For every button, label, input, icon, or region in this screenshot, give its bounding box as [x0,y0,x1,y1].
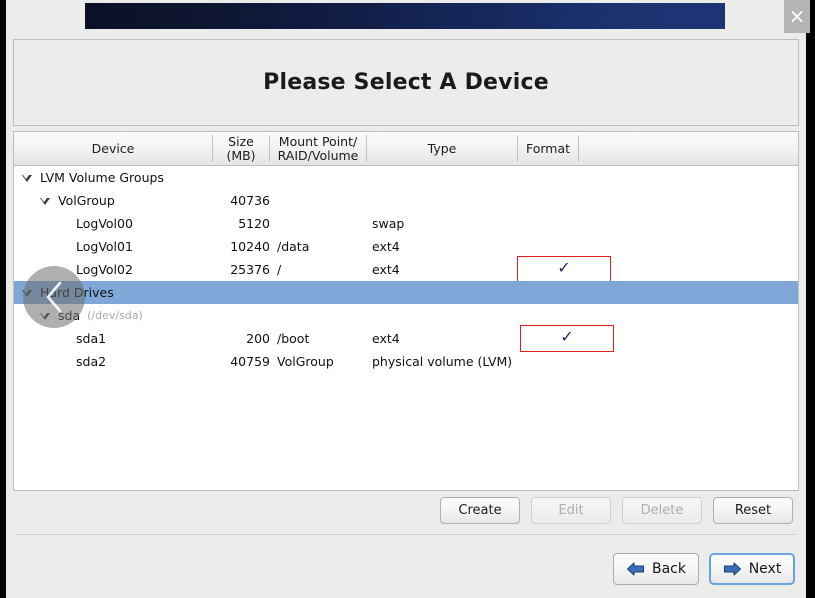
column-header-type[interactable]: Type [367,132,517,165]
column-header-size[interactable]: Size (MB) [213,132,269,165]
device-name-label: LogVol02 [76,262,133,277]
cell-device: LogVol01 [14,235,133,258]
back-button-label: Back [652,561,686,577]
navigation-bar: Back Next [6,553,806,587]
cell-type: ext4 [372,331,400,346]
chevron-down-icon[interactable] [22,175,32,182]
installer-window: × Please Select A Device Device Size (MB… [6,0,810,598]
next-button[interactable]: Next [709,553,795,585]
column-header-size-line1: Size [228,133,254,149]
table-row[interactable]: Hard Drives [14,281,798,304]
cell-type: ext4 [372,262,400,277]
device-table-body: LVM Volume Groups VolGroup 40736 LogVol00 51… [14,166,798,489]
cell-size: 200 [246,331,270,346]
cell-type: ext4 [372,239,400,254]
column-header-mount-line1: Mount Point/ [278,133,358,149]
cell-mount-point: / [277,262,282,277]
device-table-header: Device Size (MB) Mount Point/ RAID/Volum… [14,132,798,166]
cell-device: LVM Volume Groups [14,166,164,189]
column-header-size-line2: (MB) [226,147,256,163]
cell-type: physical volume (LVM) [372,354,513,369]
column-header-mount-point[interactable]: Mount Point/ RAID/Volume [270,132,366,165]
column-divider [578,135,579,162]
cell-mount-point: /data [277,239,310,254]
cell-size: 40736 [230,193,270,208]
cell-mount-point: VolGroup [277,354,334,369]
cell-device: LogVol00 [14,212,133,235]
column-header-device[interactable]: Device [14,132,212,165]
device-name-label: VolGroup [58,193,115,208]
table-row[interactable]: VolGroup 40736 [14,189,798,212]
cell-mount-point: /boot [277,331,310,346]
table-row[interactable]: sda(/dev/sda) [14,304,798,327]
device-table-panel: Device Size (MB) Mount Point/ RAID/Volum… [13,131,799,491]
device-name-label: sda2 [76,354,107,369]
device-name-label: sda1 [76,331,107,346]
column-header-mount-line2: RAID/Volume [277,147,359,163]
table-row[interactable]: LogVol01 10240/data ext4 [14,235,798,258]
cell-size: 25376 [230,262,270,277]
partition-actions: Create Edit Delete Reset [6,497,806,525]
delete-button: Delete [622,497,702,524]
cell-size: 10240 [230,239,270,254]
page-title: Please Select A Device [263,70,549,95]
checkmark-icon: ✓ [557,258,571,277]
close-icon[interactable]: × [784,0,810,33]
next-button-label: Next [748,561,782,577]
cell-size: 5120 [238,216,270,231]
cell-type: swap [372,216,405,231]
create-button[interactable]: Create [440,497,520,524]
cell-format[interactable]: ✓ [519,324,615,352]
back-button[interactable]: Back [613,553,699,585]
device-name-label: LogVol00 [76,216,133,231]
reset-button[interactable]: Reset [713,497,793,524]
edit-button: Edit [531,497,611,524]
cell-size [164,166,270,189]
format-checkbox[interactable]: ✓ [520,324,614,352]
cell-size [164,281,270,304]
cell-size: 40759 [230,354,270,369]
nav-separator [16,534,796,535]
cell-device: sda1 [14,327,106,350]
banner-row: × [6,0,810,33]
table-row[interactable]: LogVol02 25376 / ext4 ✓ [14,255,798,283]
table-row[interactable]: sda2 40759 VolGroup physical volume (LVM) [14,350,798,373]
device-path-label: (/dev/sda) [87,309,143,322]
table-row[interactable]: LogVol00 5120 swap [14,212,798,235]
cell-size [164,304,270,327]
column-header-format[interactable]: Format [518,132,578,165]
arrow-right-icon [723,561,742,577]
chevron-down-icon[interactable] [40,198,50,205]
title-panel: Please Select A Device [13,39,799,126]
table-row[interactable]: LVM Volume Groups [14,166,798,189]
chevron-left-icon [46,281,62,313]
table-row[interactable]: sda1 200/boot ext4 ✓ [14,324,798,352]
cursor-indicator [23,266,85,328]
brand-banner [85,3,725,29]
cell-format[interactable]: ✓ [516,255,612,283]
device-name-label: LVM Volume Groups [40,170,164,185]
checkmark-icon: ✓ [560,327,574,346]
cell-device: sda2 [14,350,106,373]
arrow-left-icon [626,561,645,577]
device-name-label: LogVol01 [76,239,133,254]
cell-device: VolGroup [14,189,115,212]
format-checkbox[interactable]: ✓ [517,255,611,283]
